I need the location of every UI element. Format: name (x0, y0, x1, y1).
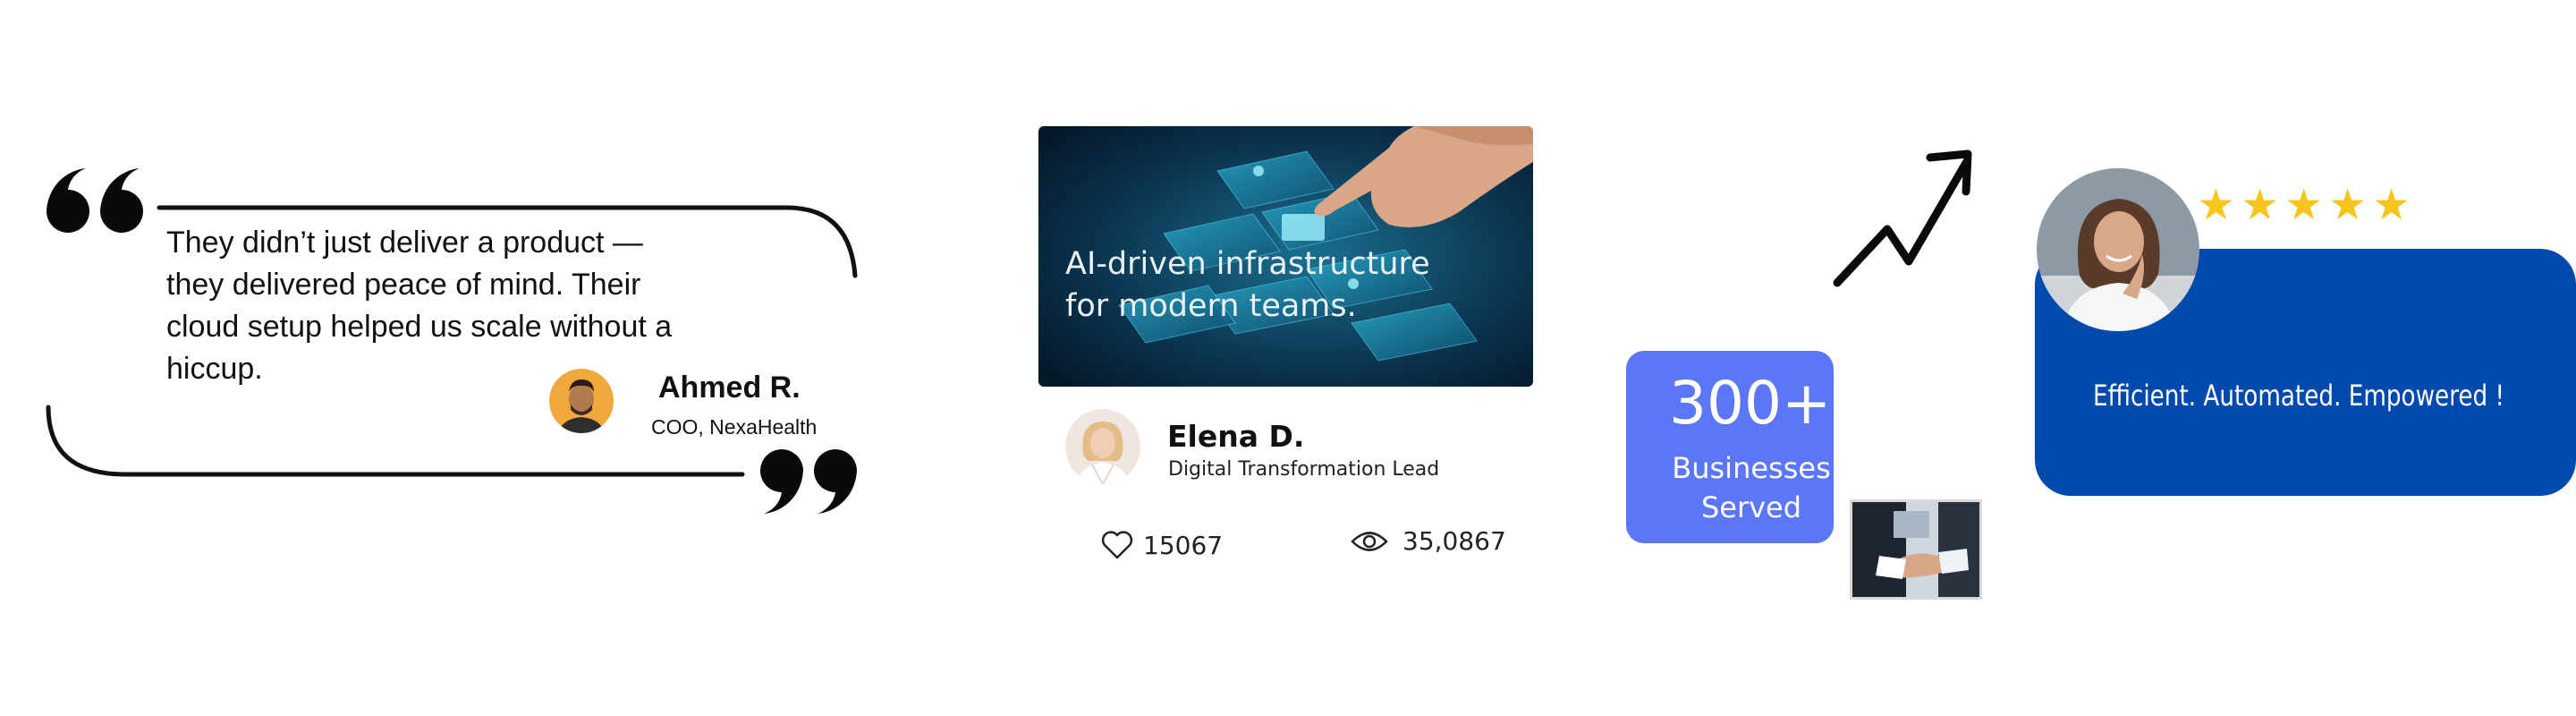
star-icon: ★ (2241, 182, 2280, 229)
quote-line: they delivered peace of mind. Their (166, 268, 641, 302)
star-icon: ★ (2372, 182, 2411, 229)
testimonial-quote: They didn’t just deliver a product — the… (166, 222, 739, 390)
author-role: COO, NexaHealth (651, 415, 818, 439)
open-quote-icon (47, 168, 143, 233)
avatar (2037, 168, 2199, 331)
author-name: Elena D. (1167, 419, 1305, 454)
headline-line: AI-driven infrastructure (1065, 246, 1430, 282)
eye-icon (1351, 531, 1388, 551)
quote-line: hiccup. (166, 352, 263, 386)
stat-number: 300+ (1669, 369, 1832, 438)
author-role: Digital Transformation Lead (1168, 458, 1440, 481)
star-icon: ★ (2197, 182, 2236, 229)
quote-line: cloud setup helped us scale without a (166, 310, 673, 344)
article-headline: AI-driven infrastructure for modern team… (1065, 243, 1513, 328)
handshake-photo (1850, 499, 1982, 600)
rating-stars: ★ ★ ★ ★ ★ (2197, 184, 2411, 227)
trend-up-arrow-icon (1833, 149, 1972, 287)
author-name: Ahmed R. (658, 371, 801, 405)
star-icon: ★ (2328, 182, 2368, 229)
quote-line: They didn’t just deliver a product — (166, 226, 643, 260)
star-icon: ★ (2284, 182, 2324, 229)
view-count: 35,0867 (1402, 526, 1506, 556)
avatar (549, 369, 614, 433)
stat-label-line: Businesses (1672, 451, 1831, 485)
like-button[interactable]: 15067 (1100, 530, 1223, 560)
view-count-indicator: 35,0867 (1351, 526, 1506, 556)
review-slogan: Efficient. Automated. Empowered ! (2093, 379, 2505, 413)
close-quote-icon (760, 449, 857, 514)
like-count: 15067 (1143, 530, 1224, 560)
stat-label-line: Served (1700, 490, 1802, 524)
headline-line: for modern teams. (1065, 288, 1357, 324)
avatar (1065, 409, 1140, 484)
stat-label: Businesses Served (1662, 448, 1841, 527)
heart-icon (1101, 531, 1133, 559)
